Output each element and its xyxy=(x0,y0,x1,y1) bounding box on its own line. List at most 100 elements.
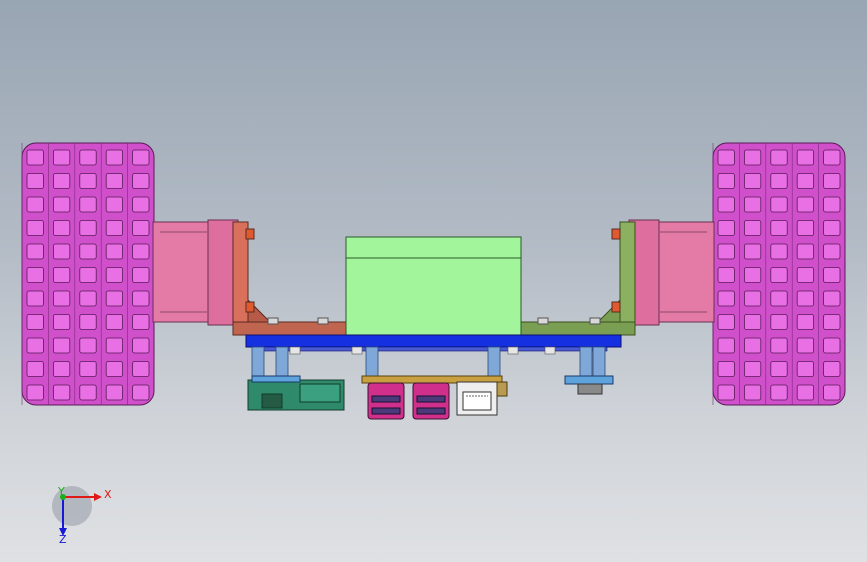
cad-viewport[interactable]: X Y Z xyxy=(0,0,867,562)
tread-block xyxy=(26,337,44,354)
tread-block xyxy=(717,361,735,377)
tread-block xyxy=(717,337,735,354)
right-bracket xyxy=(519,221,636,336)
tread-block xyxy=(796,314,815,330)
tread-block xyxy=(744,314,762,330)
tread-block xyxy=(770,290,788,307)
tread-block xyxy=(53,384,71,401)
mounting-nut xyxy=(351,346,363,355)
tread-block xyxy=(132,149,150,166)
right-wheel xyxy=(712,142,846,406)
tread-block xyxy=(717,149,735,166)
tread-block xyxy=(79,384,97,401)
tread-block xyxy=(823,267,841,283)
standoff xyxy=(487,346,501,380)
standoff xyxy=(592,346,606,380)
tread-block xyxy=(53,314,71,330)
tread-block xyxy=(26,290,44,307)
tread-block xyxy=(26,384,44,401)
battery-box xyxy=(345,236,522,336)
tread-block xyxy=(744,267,762,283)
tread-block xyxy=(105,243,123,260)
tread-block xyxy=(79,173,97,189)
tread-block xyxy=(744,220,762,236)
mounting-nut xyxy=(507,346,519,355)
tread-block xyxy=(132,290,150,307)
tread-block xyxy=(53,290,71,307)
tread-block xyxy=(105,290,123,307)
tread-block xyxy=(132,196,150,213)
tread-block xyxy=(132,337,150,354)
tread-block xyxy=(796,290,815,307)
tread-block xyxy=(105,314,123,330)
tread-block xyxy=(770,243,788,260)
tread-block xyxy=(53,361,71,377)
tread-block xyxy=(717,314,735,330)
tread-block xyxy=(79,220,97,236)
controller-board xyxy=(247,375,345,411)
tread-block xyxy=(105,361,123,377)
tread-block xyxy=(79,196,97,213)
tread-block xyxy=(53,173,71,189)
left-wheel xyxy=(21,142,155,406)
tread-block xyxy=(744,290,762,307)
left-motor xyxy=(152,219,239,326)
base-plate xyxy=(245,334,622,352)
tread-block xyxy=(26,173,44,189)
standoffs xyxy=(251,346,606,380)
tread-block xyxy=(105,384,123,401)
tread-block xyxy=(770,196,788,213)
tread-block xyxy=(132,173,150,189)
tread-block xyxy=(26,149,44,166)
tread-block xyxy=(132,361,150,377)
tread-block xyxy=(744,173,762,189)
tread-block xyxy=(105,337,123,354)
tread-block xyxy=(105,267,123,283)
tread-block xyxy=(796,243,815,260)
tread-block xyxy=(744,243,762,260)
tread-block xyxy=(823,196,841,213)
tread-block xyxy=(717,220,735,236)
tread-block xyxy=(717,173,735,189)
tread-block xyxy=(744,196,762,213)
tread-block xyxy=(53,196,71,213)
tread-block xyxy=(770,314,788,330)
tread-block xyxy=(79,243,97,260)
tread-block xyxy=(79,314,97,330)
tread-block xyxy=(823,290,841,307)
tread-block xyxy=(79,337,97,354)
tread-block xyxy=(132,267,150,283)
tread-block xyxy=(26,361,44,377)
tread-block xyxy=(770,361,788,377)
tread-block xyxy=(717,290,735,307)
tread-block xyxy=(717,196,735,213)
tread-block xyxy=(796,173,815,189)
tread-block xyxy=(26,243,44,260)
robot-chassis-model[interactable] xyxy=(0,0,867,562)
standoff xyxy=(275,346,289,380)
sensor-board xyxy=(564,375,614,395)
tread-block xyxy=(796,361,815,377)
ethernet-port xyxy=(456,381,508,416)
tread-block xyxy=(26,314,44,330)
tread-block xyxy=(770,337,788,354)
standoff xyxy=(579,346,593,380)
tread-block xyxy=(132,314,150,330)
tread-block xyxy=(26,196,44,213)
tread-block xyxy=(53,149,71,166)
tread-block xyxy=(53,220,71,236)
tread-block xyxy=(823,384,841,401)
tread-block xyxy=(26,220,44,236)
tread-block xyxy=(26,267,44,283)
tread-block xyxy=(796,384,815,401)
tread-block xyxy=(132,220,150,236)
tread-block xyxy=(744,361,762,377)
tread-block xyxy=(53,267,71,283)
tread-block xyxy=(744,384,762,401)
tread-block xyxy=(744,149,762,166)
tread-block xyxy=(823,243,841,260)
tread-block xyxy=(717,243,735,260)
right-motor xyxy=(628,219,715,326)
tread-block xyxy=(823,173,841,189)
tread-block xyxy=(770,173,788,189)
